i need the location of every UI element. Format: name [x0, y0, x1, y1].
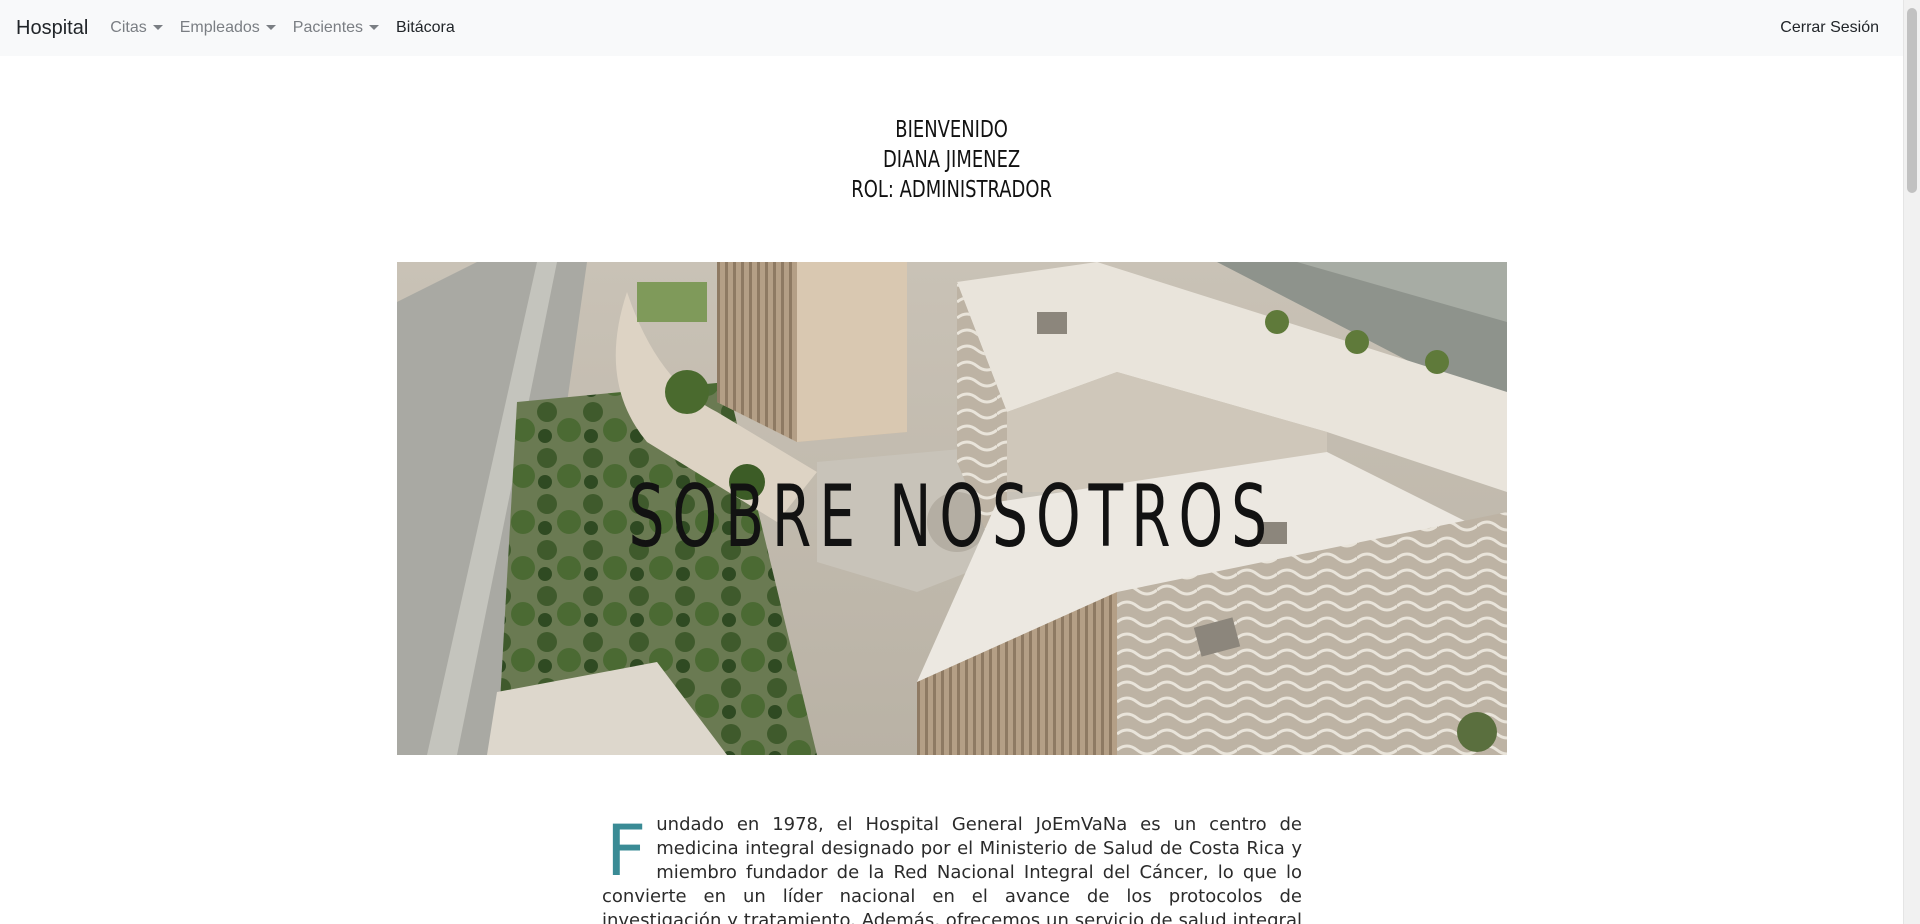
welcome-block: BIENVENIDO DIANA JIMENEZ ROL: ADMINISTRA…	[209, 115, 1693, 205]
menu-empleados[interactable]: Empleados	[180, 19, 276, 37]
welcome-user-role: ROL: ADMINISTRADOR	[851, 177, 1052, 203]
welcome-greeting: BIENVENIDO	[895, 117, 1008, 143]
navbar: Hospital Citas Empleados Pacientes Bitác…	[0, 0, 1903, 56]
hero-banner: SOBRE NOSOTROS	[397, 262, 1507, 755]
chevron-down-icon	[265, 24, 276, 30]
chevron-down-icon	[369, 24, 380, 30]
logout-link[interactable]: Cerrar Sesión	[1780, 19, 1879, 37]
about-paragraph: Fundado en 1978, el Hospital General JoE…	[602, 813, 1302, 924]
about-text: undado en 1978, el Hospital General JoEm…	[602, 814, 1302, 924]
menu-empleados-label: Empleados	[179, 19, 260, 36]
menu-citas[interactable]: Citas	[110, 19, 163, 37]
scrollbar-thumb[interactable]	[1907, 8, 1917, 193]
page: Hospital Citas Empleados Pacientes Bitác…	[0, 0, 1920, 924]
brand-link[interactable]: Hospital	[16, 17, 88, 40]
menu-citas-label: Citas	[110, 19, 147, 36]
menu-pacientes-label: Pacientes	[292, 19, 364, 36]
hospital-aerial-image	[397, 262, 1507, 755]
about-dropcap: F	[606, 810, 647, 892]
nav-bitacora[interactable]: Bitácora	[396, 19, 455, 37]
page-scrollbar[interactable]	[1903, 0, 1920, 924]
chevron-down-icon	[152, 24, 163, 30]
menu-pacientes[interactable]: Pacientes	[292, 19, 380, 37]
welcome-user-name: DIANA JIMENEZ	[882, 147, 1021, 173]
